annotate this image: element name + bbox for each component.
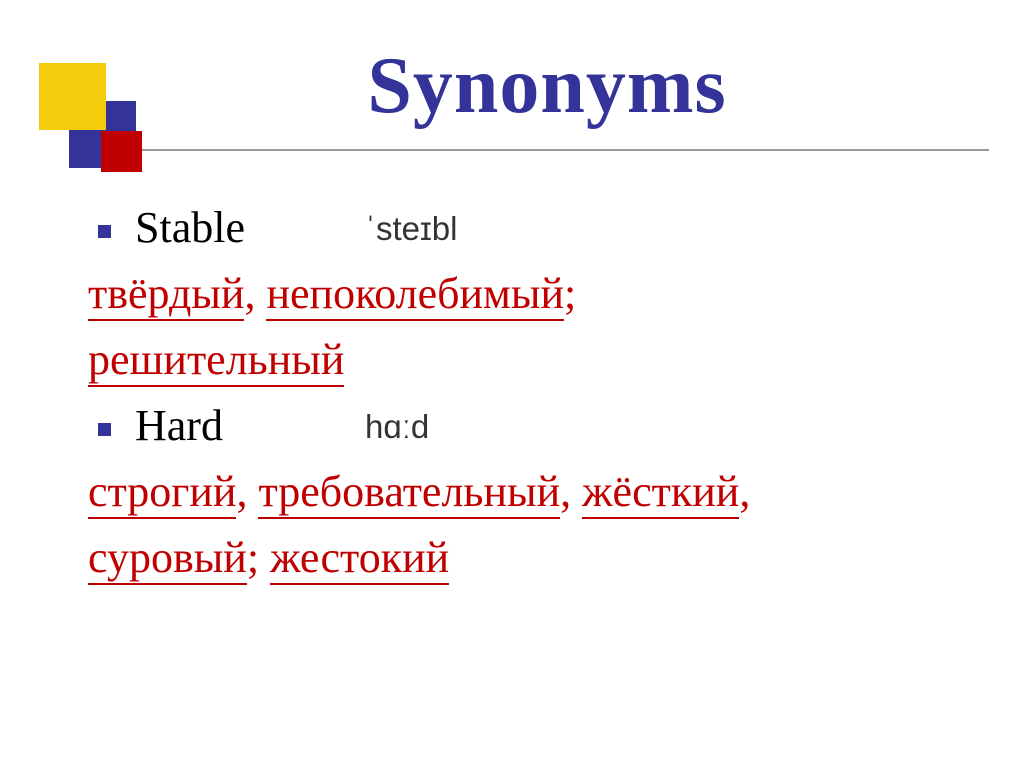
slide: Synonyms Stable ˈsteɪbl твёрдый, непокол… — [0, 0, 1024, 768]
entry-row: Stable ˈsteɪbl — [88, 195, 964, 261]
entry-word: Hard — [135, 393, 365, 459]
slide-title: Synonyms — [130, 44, 964, 128]
entry-ipa: hɑːd — [365, 402, 429, 452]
title-underline — [87, 149, 989, 151]
content-area: Stable ˈsteɪbl твёрдый, непоколебимый;ре… — [88, 195, 964, 591]
entry-row: Hard hɑːd — [88, 393, 964, 459]
red-square-icon — [101, 131, 142, 172]
bullet-icon — [98, 225, 111, 238]
entry-definitions: твёрдый, непоколебимый;решительный — [88, 261, 964, 393]
yellow-square-icon — [39, 63, 106, 130]
bullet-icon — [98, 423, 111, 436]
entry-definitions: строгий, требовательный, жёсткий,суровый… — [88, 459, 964, 591]
entry-word: Stable — [135, 195, 365, 261]
entry-ipa: ˈsteɪbl — [365, 204, 457, 254]
title-container: Synonyms — [130, 44, 964, 128]
